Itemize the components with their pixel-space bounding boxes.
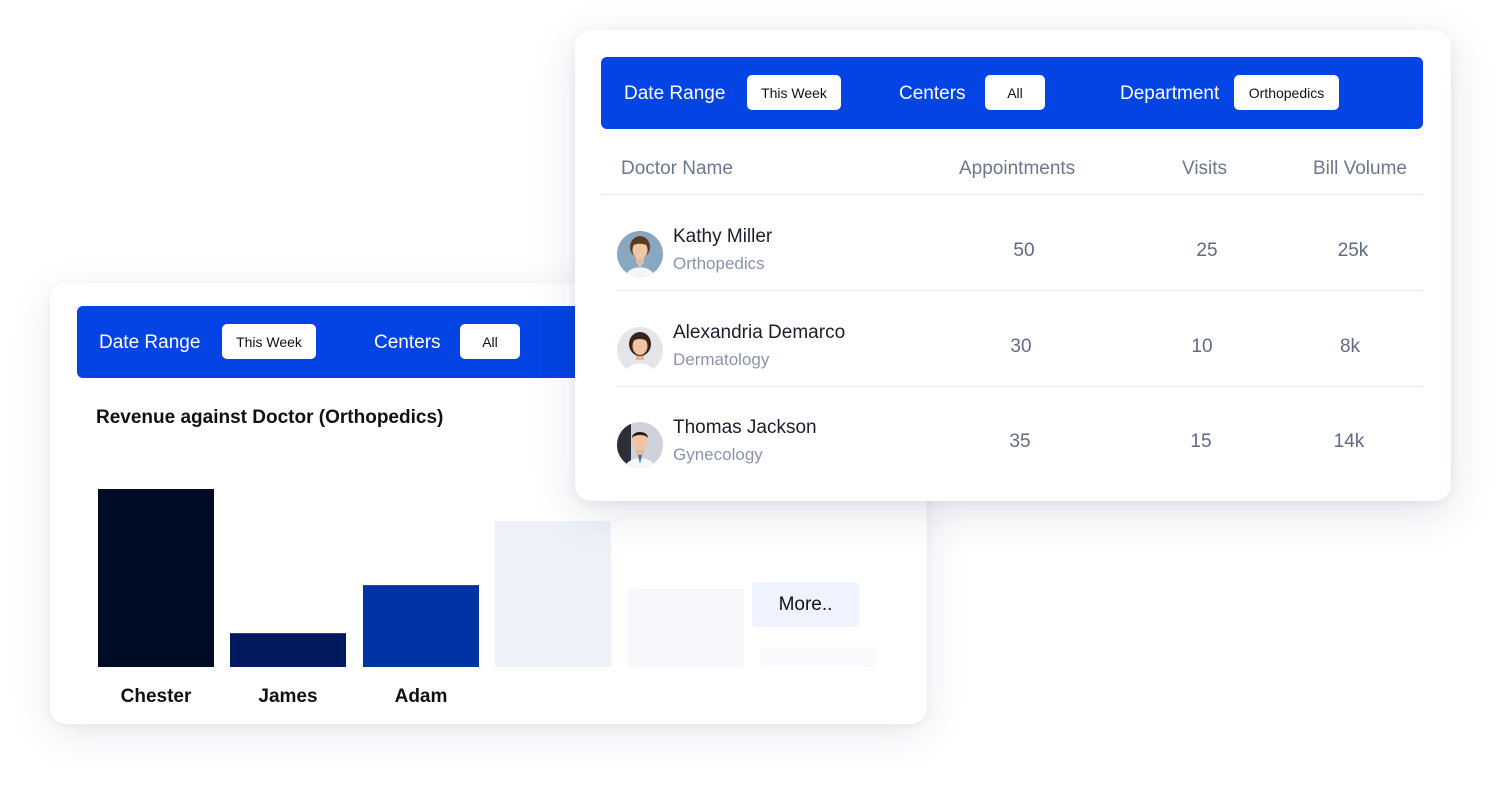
header-divider: [601, 194, 1423, 195]
doctor-male-avatar: [617, 422, 663, 468]
centers-label: Centers: [899, 83, 966, 104]
date-range-label: Date Range: [624, 83, 726, 104]
x-tick-label: Chester: [121, 686, 192, 707]
appointments-value: 50: [1013, 240, 1035, 261]
header-visits[interactable]: Visits: [1182, 158, 1227, 180]
bill-volume-value: 25k: [1337, 240, 1369, 261]
visits-value: 10: [1191, 336, 1213, 357]
more-button[interactable]: More..: [752, 582, 859, 627]
appointments-value: 30: [1010, 336, 1032, 357]
doctor-female-avatar: [617, 231, 663, 277]
bill-volume-value: 14k: [1333, 431, 1365, 452]
doctor-department: Dermatology: [673, 350, 770, 369]
doctor-name: Kathy Miller: [673, 226, 773, 247]
table-row[interactable]: Alexandria Demarco Dermatology 30 10 8k: [616, 292, 1423, 387]
table-row[interactable]: Thomas Jackson Gynecology 35 15 14k: [616, 387, 1423, 482]
table-row[interactable]: Kathy Miller Orthopedics 50 25 25k: [616, 196, 1423, 291]
centers-select[interactable]: All: [985, 75, 1045, 110]
bar-adam[interactable]: [363, 585, 479, 667]
department-select[interactable]: Orthopedics: [1234, 75, 1339, 110]
doctor-department: Orthopedics: [673, 254, 765, 273]
bar-faded-4[interactable]: [628, 588, 744, 667]
doctor-name: Thomas Jackson: [673, 417, 817, 438]
bar-faded-5[interactable]: [760, 647, 876, 667]
table-filter-bar: Date Range This Week Centers All Departm…: [601, 57, 1423, 129]
date-range-select[interactable]: This Week: [747, 75, 841, 110]
department-label: Department: [1120, 83, 1220, 104]
x-tick-label: James: [258, 686, 317, 707]
doctor-table-card: Date Range This Week Centers All Departm…: [575, 30, 1451, 501]
appointments-value: 35: [1009, 431, 1031, 452]
header-appointments[interactable]: Appointments: [959, 158, 1075, 180]
row-divider: [616, 290, 1423, 291]
doctor-name: Alexandria Demarco: [673, 322, 846, 343]
doctor-department: Gynecology: [673, 445, 763, 464]
header-doctor-name[interactable]: Doctor Name: [621, 158, 733, 180]
x-tick-label: Adam: [395, 686, 448, 707]
doctor-female-avatar: [617, 327, 663, 373]
dashboard-stage: Date Range This Week Centers All Revenue…: [0, 0, 1500, 798]
bar-james[interactable]: [230, 633, 346, 667]
header-bill-volume[interactable]: Bill Volume: [1313, 158, 1407, 180]
visits-value: 15: [1190, 431, 1212, 452]
visits-value: 25: [1196, 240, 1218, 261]
bar-faded-3[interactable]: [495, 521, 611, 667]
bill-volume-value: 8k: [1339, 336, 1361, 357]
bar-chester[interactable]: [98, 489, 214, 667]
